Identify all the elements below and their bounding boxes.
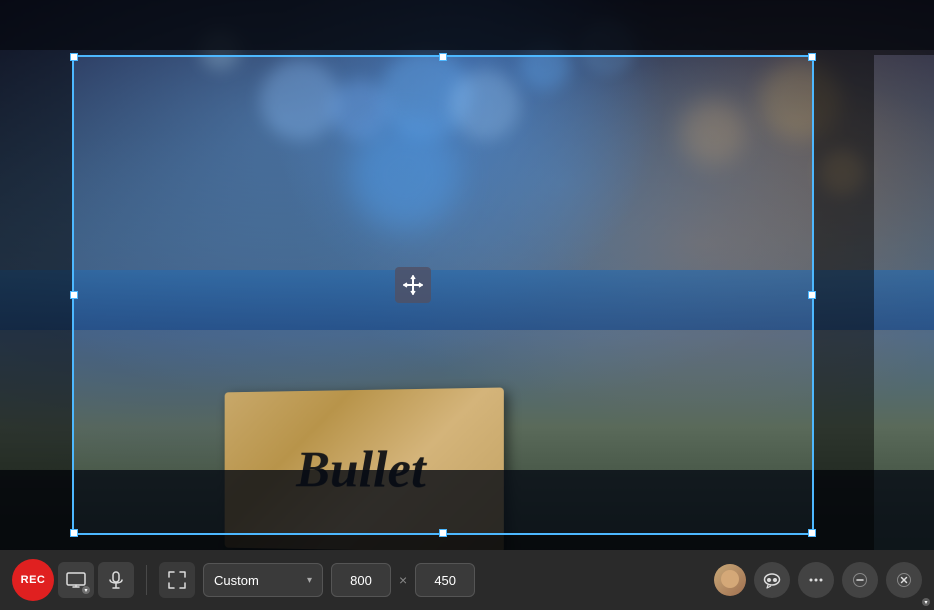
microphone-button[interactable]: ▾ [98,562,134,598]
bokeh-circle [450,70,520,140]
crop-overlay-left [0,55,72,550]
toolbar-left-group: REC ▾ ▾ [12,559,134,601]
user-avatar[interactable] [714,564,746,596]
dropdown-arrow-icon: ▾ [307,575,312,586]
resolution-label: Custom [214,573,259,588]
screen-capture-button[interactable]: ▾ [58,562,94,598]
chat-button[interactable] [754,562,790,598]
minimize-button[interactable] [842,562,878,598]
toolbar-divider [146,565,147,595]
toolbar-right-group [714,562,922,598]
avatar-image [714,564,746,596]
bokeh-circle [350,120,460,230]
toolbar: REC ▾ ▾ Custom ▾ [0,550,934,610]
width-input[interactable] [331,563,391,597]
bokeh-circle [260,60,340,140]
crop-overlay-right [814,55,874,550]
close-button[interactable] [886,562,922,598]
rec-button[interactable]: REC [12,559,54,601]
crop-overlay-bottom [72,535,814,550]
crop-overlay-top [0,0,934,55]
bokeh-circle [680,100,745,165]
background: Bullet [0,0,934,610]
resolution-dropdown[interactable]: Custom ▾ [203,563,323,597]
avatar-face [721,570,739,588]
blue-shelf-bar [0,270,934,330]
dimension-separator: × [399,572,407,588]
more-options-button[interactable] [798,562,834,598]
expand-button[interactable] [159,562,195,598]
height-input[interactable] [415,563,475,597]
